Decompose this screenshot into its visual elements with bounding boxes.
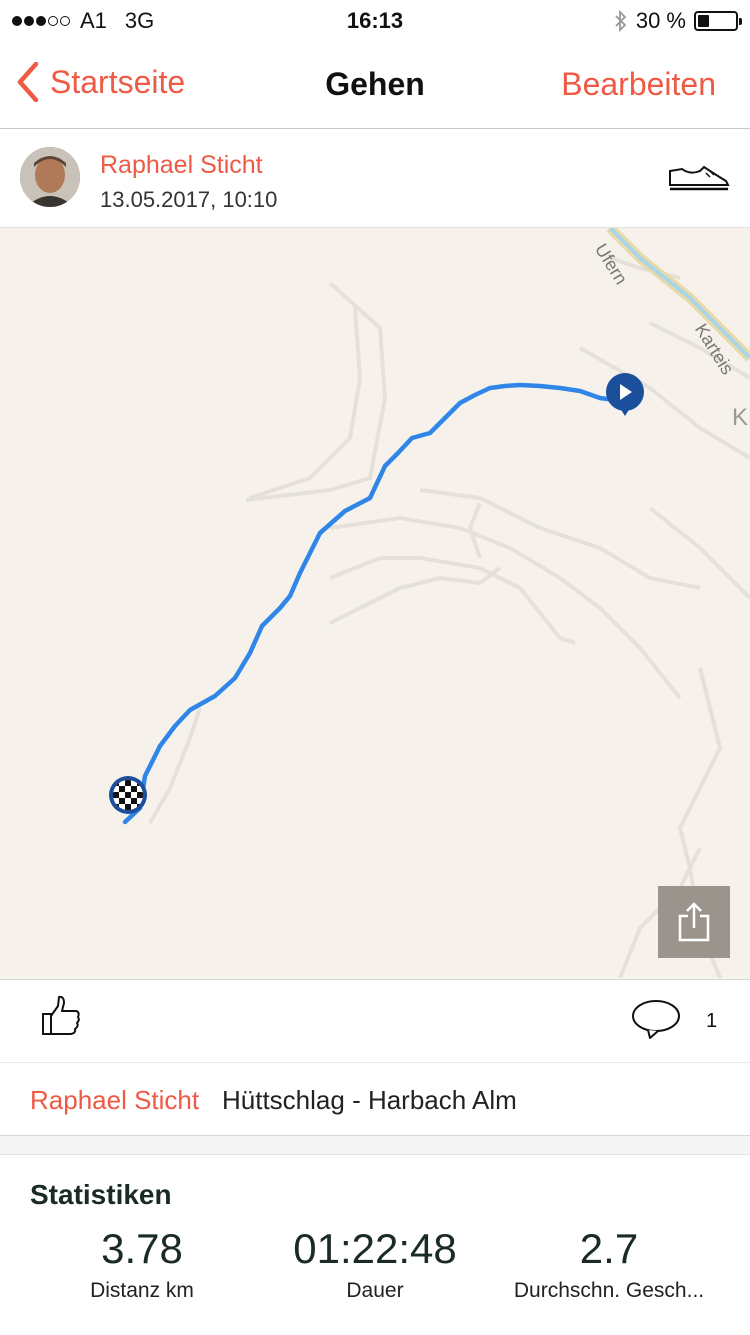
stat-duration-label: Dauer — [346, 1279, 404, 1302]
tour-title-row: Raphael Sticht Hüttschlag - Harbach Alm — [0, 1062, 750, 1136]
stat-avg-speed: 2.7 Durchschn. Gesch... — [484, 1225, 734, 1303]
start-marker[interactable] — [606, 373, 644, 416]
status-bar: A1 3G 16:13 30 % — [0, 0, 750, 40]
navigation-bar: Startseite Gehen Bearbeiten — [0, 40, 750, 129]
action-bar: 1 — [0, 979, 750, 1062]
tour-author-link[interactable]: Raphael Sticht — [30, 1085, 199, 1116]
comment-count: 1 — [706, 1010, 718, 1032]
activity-date: 13.05.2017, 10:10 — [100, 187, 278, 212]
map-canvas — [109, 228, 750, 978]
edit-button[interactable]: Bearbeiten — [561, 66, 716, 103]
shoe-icon — [669, 165, 730, 191]
speech-bubble-icon[interactable] — [630, 998, 682, 1040]
stat-duration: 01:22:48 Dauer — [250, 1225, 500, 1303]
author-name[interactable]: Raphael Sticht — [100, 151, 263, 180]
stat-distance-label: Distanz km — [90, 1279, 194, 1302]
author-header: Raphael Sticht 13.05.2017, 10:10 — [0, 129, 750, 228]
stat-duration-value: 01:22:48 — [293, 1225, 457, 1272]
stat-avg-speed-value: 2.7 — [579, 1225, 639, 1272]
stat-distance: 3.78 Distanz km — [17, 1225, 267, 1303]
battery-icon — [694, 11, 742, 31]
route-map[interactable]: Ufern Karteis K — [0, 228, 750, 978]
battery-percent: 30 % — [635, 8, 686, 33]
status-right: 30 % — [614, 8, 742, 34]
statistics-title: Statistiken — [30, 1179, 172, 1210]
stat-avg-speed-label: Durchschn. Gesch... — [513, 1279, 705, 1302]
share-icon — [678, 902, 710, 942]
map-label-k: K — [732, 404, 749, 431]
finish-marker[interactable] — [109, 776, 147, 814]
statistics-section: Statistiken 3.78 Distanz km 01:22:48 Dau… — [0, 1154, 750, 1335]
stat-distance-value: 3.78 — [101, 1225, 183, 1272]
avatar[interactable] — [20, 147, 80, 207]
thumbs-up-icon[interactable] — [40, 994, 82, 1038]
share-button[interactable] — [658, 886, 730, 958]
tour-name: Hüttschlag - Harbach Alm — [222, 1085, 517, 1115]
bluetooth-icon — [615, 10, 627, 32]
